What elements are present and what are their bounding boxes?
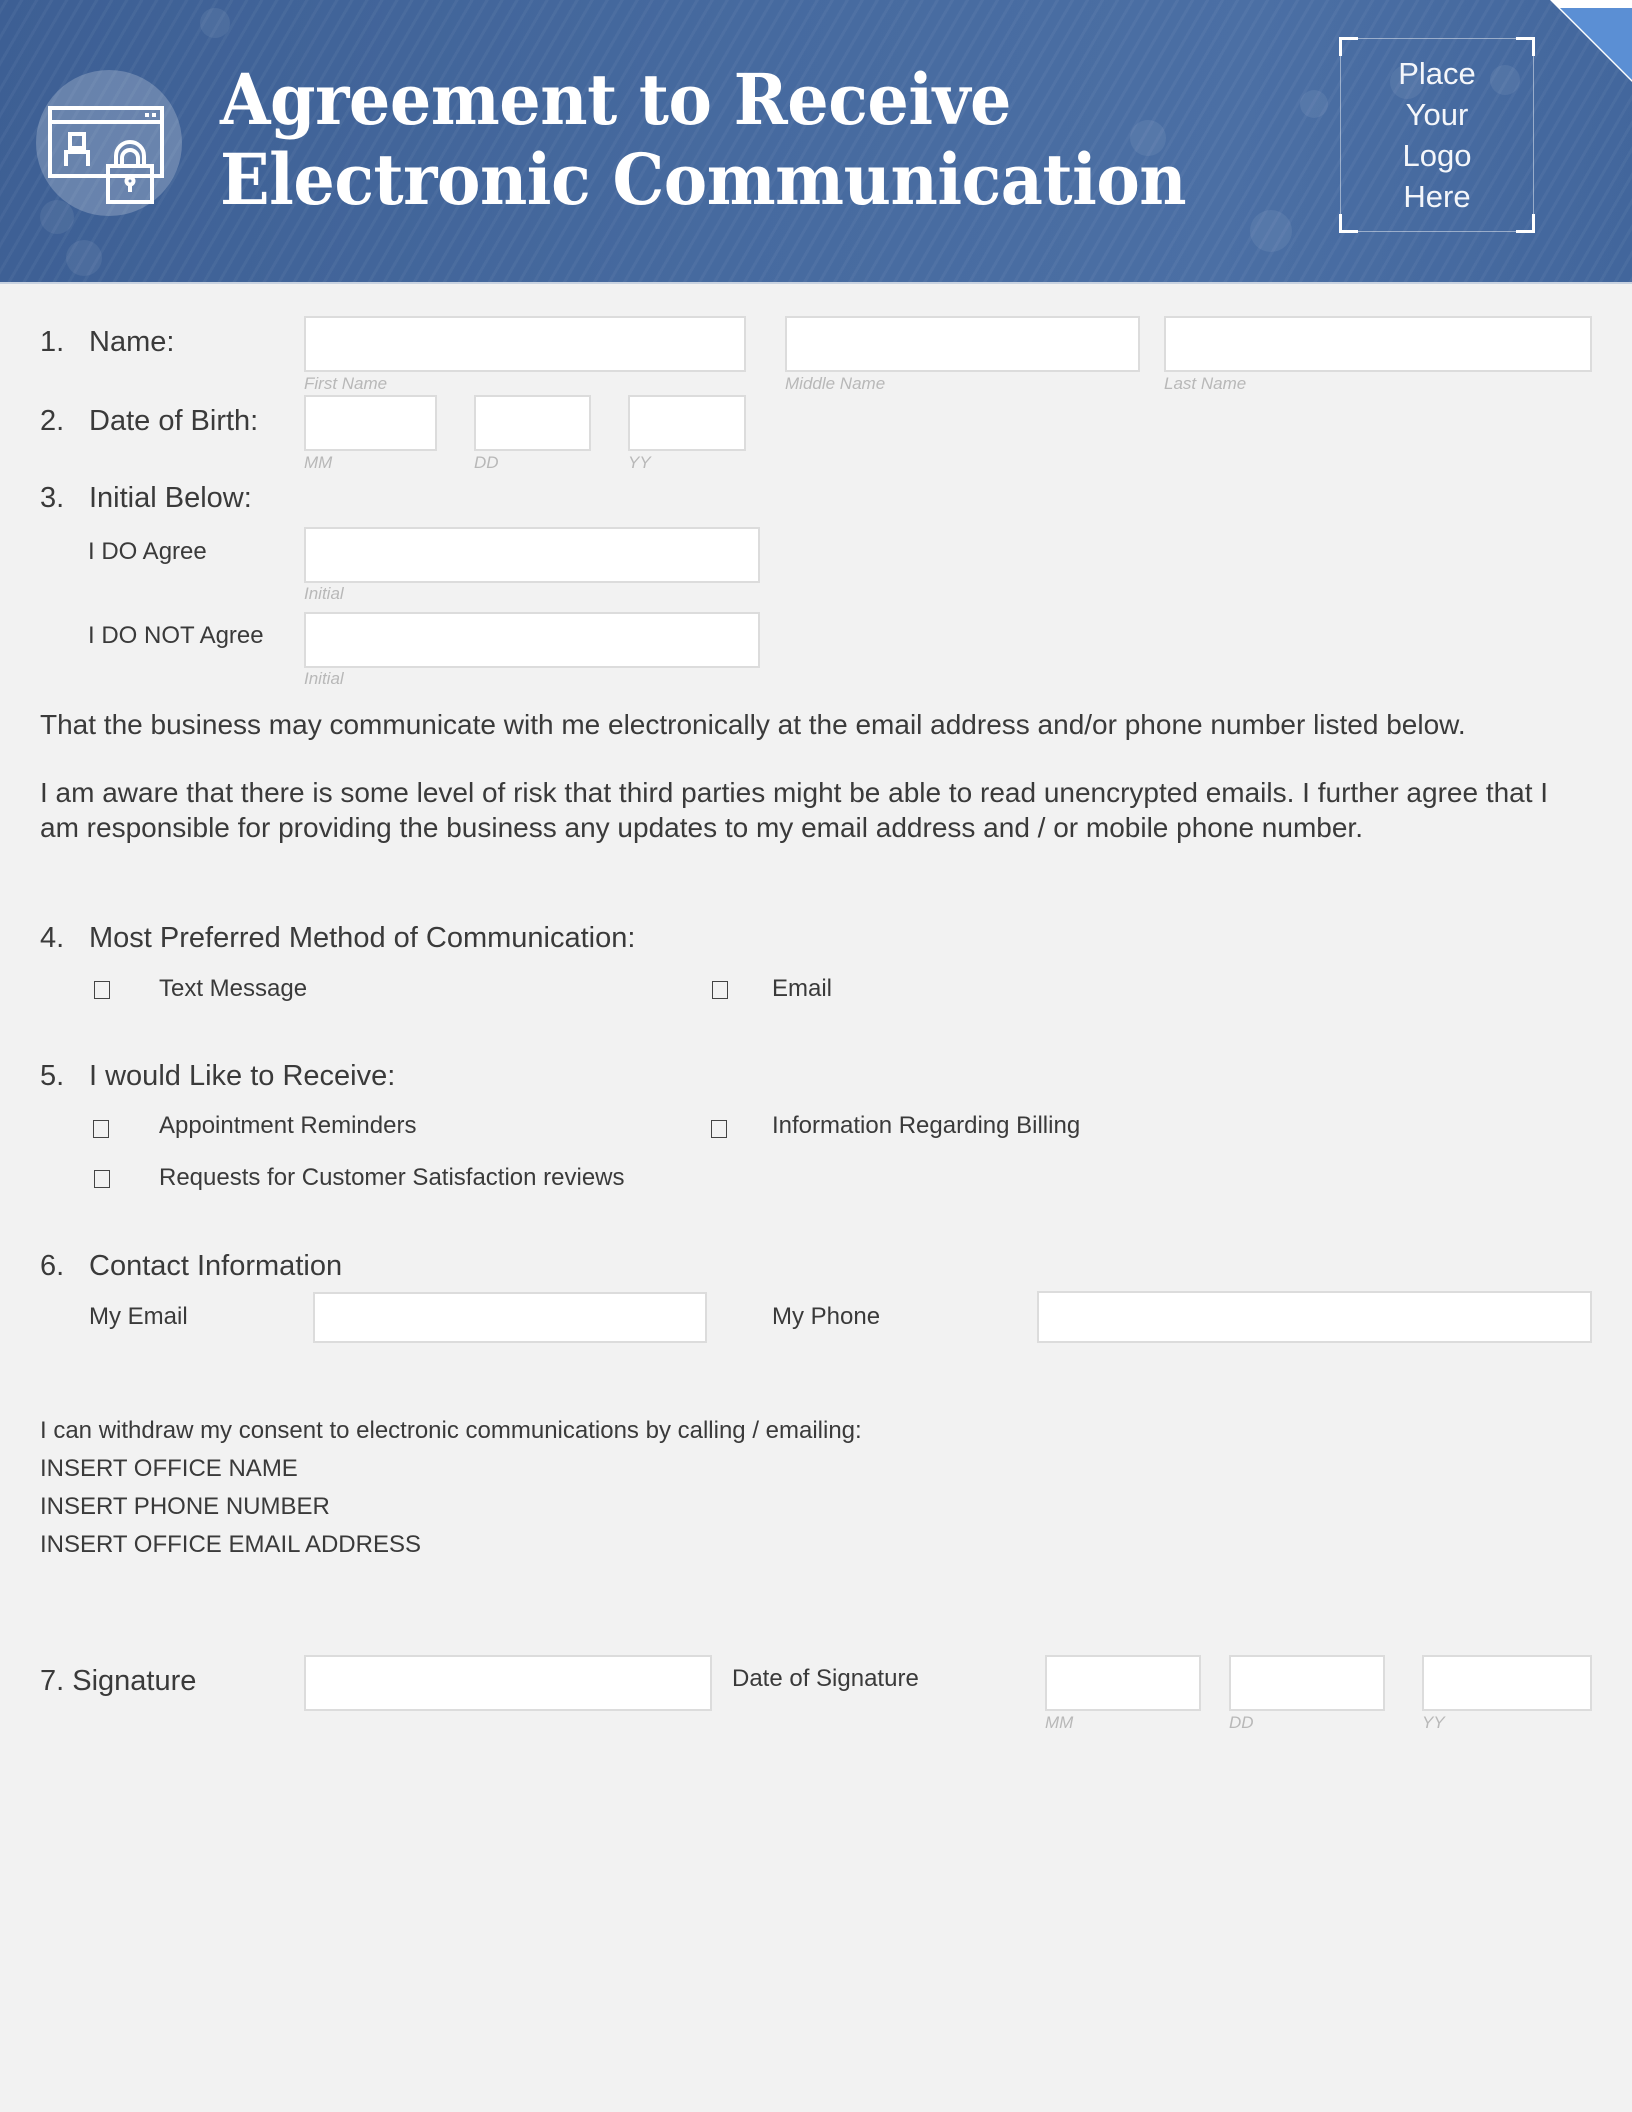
billing-info-checkbox[interactable] [711, 1120, 727, 1138]
title-line-2: Electronic Communication [220, 138, 1187, 221]
corner-accent [1560, 8, 1632, 80]
signature-field[interactable] [304, 1655, 712, 1711]
office-phone: INSERT PHONE NUMBER [40, 1493, 330, 1520]
logo-placeholder-text: Place Your Logo Here [1398, 53, 1476, 217]
email-checkbox[interactable] [712, 981, 728, 999]
middle-name-hint: Middle Name [785, 374, 886, 393]
dob-day-hint: DD [474, 453, 499, 472]
agree-initial-hint: Initial [304, 584, 344, 603]
dob-day-field[interactable] [474, 395, 591, 451]
frame-corner [1516, 37, 1535, 56]
lock-window-icon [48, 106, 164, 204]
disagree-initial-hint: Initial [304, 669, 344, 688]
office-name: INSERT OFFICE NAME [40, 1455, 298, 1482]
middle-name-field[interactable] [785, 316, 1140, 372]
preferred-method-label: Most Preferred Method of Communication: [89, 922, 636, 954]
consent-statement: That the business may communicate with m… [40, 709, 1466, 740]
contact-label: Contact Information [89, 1250, 343, 1282]
agree-label: I DO Agree [88, 538, 207, 565]
disagree-label: I DO NOT Agree [88, 622, 264, 649]
agree-initial-field[interactable] [304, 527, 760, 583]
frame-corner [1339, 37, 1358, 56]
decorative-bokeh [1250, 210, 1292, 252]
withdraw-intro: I can withdraw my consent to electronic … [40, 1417, 862, 1444]
title-line-1: Agreement to Receive [220, 58, 1011, 141]
signature-day-field[interactable] [1229, 1655, 1385, 1711]
satisfaction-reviews-label: Requests for Customer Satisfaction revie… [159, 1164, 625, 1191]
email-label: Email [772, 975, 833, 1002]
signature-year-field[interactable] [1422, 1655, 1592, 1711]
last-name-hint: Last Name [1164, 374, 1247, 393]
question-number: 4. [40, 922, 65, 954]
signature-month-hint: MM [1045, 1713, 1074, 1732]
first-name-hint: First Name [304, 374, 388, 393]
disagree-initial-field[interactable] [304, 612, 760, 668]
logo-text-line: Your [1405, 97, 1469, 132]
date-of-signature-label: Date of Signature [732, 1665, 919, 1692]
signature-year-hint: YY [1422, 1713, 1445, 1732]
initials-label: Initial Below: [89, 482, 252, 514]
name-label: Name: [89, 326, 175, 358]
signature-day-hint: DD [1229, 1713, 1254, 1732]
decorative-bokeh [1300, 90, 1328, 118]
signature-label: 7. Signature [40, 1665, 197, 1697]
first-name-field[interactable] [304, 316, 746, 372]
page-title: Agreement to Receive Electronic Communic… [220, 58, 1187, 221]
logo-text-line: Logo [1402, 138, 1472, 173]
frame-corner [1339, 214, 1358, 233]
my-email-label: My Email [89, 1303, 188, 1330]
logo-placeholder[interactable]: Place Your Logo Here [1339, 37, 1535, 233]
decorative-bokeh [66, 240, 102, 276]
question-number: 2. [40, 405, 65, 437]
logo-text-line: Here [1403, 179, 1471, 214]
last-name-field[interactable] [1164, 316, 1592, 372]
billing-info-label: Information Regarding Billing [772, 1112, 1081, 1139]
my-phone-label: My Phone [772, 1303, 881, 1330]
logo-text-line: Place [1398, 56, 1476, 91]
secure-browser-lock-icon [36, 70, 182, 216]
withdraw-consent-block: I can withdraw my consent to electronic … [40, 1412, 862, 1564]
text-message-label: Text Message [159, 975, 308, 1002]
decorative-bokeh [200, 8, 230, 38]
email-field[interactable] [313, 1292, 707, 1343]
satisfaction-reviews-checkbox[interactable] [94, 1170, 110, 1188]
office-email: INSERT OFFICE EMAIL ADDRESS [40, 1531, 421, 1558]
appointment-reminders-label: Appointment Reminders [159, 1112, 417, 1139]
question-number: 1. [40, 326, 65, 358]
dob-month-hint: MM [304, 453, 333, 472]
frame-corner [1516, 214, 1535, 233]
question-number: 3. [40, 482, 65, 514]
question-number: 5. [40, 1060, 65, 1092]
phone-field[interactable] [1037, 1291, 1592, 1343]
dob-year-field[interactable] [628, 395, 746, 451]
appointment-reminders-checkbox[interactable] [93, 1120, 109, 1138]
signature-month-field[interactable] [1045, 1655, 1201, 1711]
dob-month-field[interactable] [304, 395, 437, 451]
question-number: 6. [40, 1250, 65, 1282]
header-banner: Agreement to Receive Electronic Communic… [0, 0, 1632, 284]
dob-year-hint: YY [628, 453, 651, 472]
dob-label: Date of Birth: [89, 405, 259, 437]
text-message-checkbox[interactable] [94, 981, 110, 999]
receive-label: I would Like to Receive: [89, 1060, 396, 1092]
risk-statement: I am aware that there is some level of r… [40, 777, 1549, 843]
